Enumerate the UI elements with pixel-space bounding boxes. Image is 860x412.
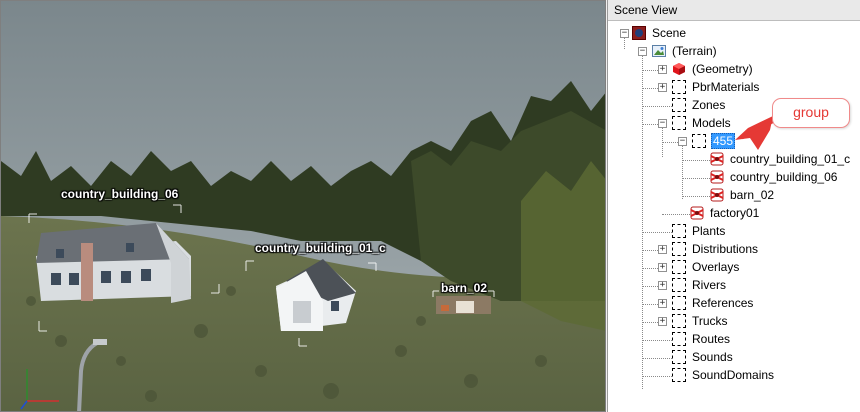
tree-label-sound-domains: SoundDomains — [692, 368, 775, 382]
group-icon — [672, 368, 686, 382]
scene-tree[interactable]: − Scene − (Terrain) + (Geometry) + PbrMa… — [608, 21, 860, 412]
tree-node-distributions[interactable]: Distributions — [672, 240, 759, 258]
group-icon — [672, 296, 686, 310]
tree-label-pbr-materials: PbrMaterials — [692, 80, 760, 94]
tree-label-country-building-06: country_building_06 — [730, 170, 838, 184]
distributions-expand-toggle[interactable]: + — [658, 245, 667, 254]
group-icon — [672, 260, 686, 274]
tree-label-country-building-01-c: country_building_01_c — [730, 152, 851, 166]
tree-node-models[interactable]: Models — [672, 114, 732, 132]
group-icon — [672, 242, 686, 256]
group-icon — [692, 134, 706, 148]
model-barn-02[interactable] — [436, 296, 491, 314]
tree-node-references[interactable]: References — [672, 294, 754, 312]
tree-node-factory01[interactable]: factory01 — [690, 204, 760, 222]
group-icon — [672, 350, 686, 364]
tree-node-overlays[interactable]: Overlays — [672, 258, 740, 276]
tree-label-factory01: factory01 — [710, 206, 760, 220]
tree-label-geometry: (Geometry) — [692, 62, 753, 76]
tree-label-distributions: Distributions — [692, 242, 759, 256]
references-expand-toggle[interactable]: + — [658, 299, 667, 308]
group-icon — [672, 116, 686, 130]
model-icon — [710, 152, 724, 166]
label-country-building-06: country_building_06 — [61, 187, 179, 201]
tree-label-trucks: Trucks — [692, 314, 728, 328]
tree-node-country-building-01-c[interactable]: country_building_01_c — [710, 150, 851, 168]
tree-label-overlays: Overlays — [692, 260, 740, 274]
scene-render — [1, 1, 605, 411]
tree-node-barn-02[interactable]: barn_02 — [710, 186, 775, 204]
tree-node-pbr-materials[interactable]: PbrMaterials — [672, 78, 760, 96]
rivers-expand-toggle[interactable]: + — [658, 281, 667, 290]
scene-view-panel: Scene View − Scene − (Terrain) + (Geomet… — [607, 0, 860, 412]
model-icon — [710, 188, 724, 202]
tree-node-plants[interactable]: Plants — [672, 222, 726, 240]
tree-label-plants: Plants — [692, 224, 726, 238]
scene-collapse-toggle[interactable]: − — [620, 29, 629, 38]
group-icon — [672, 80, 686, 94]
tree-label-routes: Routes — [692, 332, 731, 346]
geometry-expand-toggle[interactable]: + — [658, 65, 667, 74]
tree-node-country-building-06[interactable]: country_building_06 — [710, 168, 838, 186]
models-collapse-toggle[interactable]: − — [658, 119, 667, 128]
group-callout: group — [772, 98, 850, 128]
group-icon — [672, 278, 686, 292]
tree-label-rivers: Rivers — [692, 278, 727, 292]
group-icon — [672, 224, 686, 238]
viewport-3d[interactable]: country_building_06 country_building_01_… — [0, 0, 606, 412]
tree-label-barn-02: barn_02 — [730, 188, 775, 202]
tree-label-references: References — [692, 296, 754, 310]
tree-label-models: Models — [692, 116, 731, 130]
terrain-icon — [652, 45, 666, 57]
tree-node-geometry[interactable]: (Geometry) — [672, 60, 754, 78]
panel-title: Scene View — [608, 0, 860, 21]
tree-node-sound-domains[interactable]: SoundDomains — [672, 366, 775, 384]
tree-node-group-455[interactable]: 455 — [692, 132, 736, 150]
group-icon — [672, 332, 686, 346]
tree-node-zones[interactable]: Zones — [672, 96, 726, 114]
tree-label-group-455: 455 — [711, 133, 736, 149]
label-barn-02: barn_02 — [441, 281, 488, 295]
tree-node-sounds[interactable]: Sounds — [672, 348, 734, 366]
pbr-expand-toggle[interactable]: + — [658, 83, 667, 92]
tree-label-terrain: (Terrain) — [672, 44, 717, 58]
group-icon — [672, 314, 686, 328]
model-icon — [710, 170, 724, 184]
tree-label-zones: Zones — [692, 98, 726, 112]
tree-label-scene: Scene — [652, 26, 687, 40]
group-455-collapse-toggle[interactable]: − — [678, 137, 687, 146]
model-icon — [690, 206, 704, 220]
cube-icon — [673, 63, 685, 75]
label-country-building-01-c: country_building_01_c — [255, 241, 386, 255]
tree-node-trucks[interactable]: Trucks — [672, 312, 729, 330]
tree-node-routes[interactable]: Routes — [672, 330, 731, 348]
scene-icon — [632, 26, 646, 40]
tree-node-rivers[interactable]: Rivers — [672, 276, 727, 294]
terrain-collapse-toggle[interactable]: − — [638, 47, 647, 56]
trucks-expand-toggle[interactable]: + — [658, 317, 667, 326]
tree-node-terrain[interactable]: (Terrain) — [652, 42, 718, 60]
tree-node-scene[interactable]: Scene — [632, 24, 687, 42]
group-icon — [672, 98, 686, 112]
tree-label-sounds: Sounds — [692, 350, 733, 364]
overlays-expand-toggle[interactable]: + — [658, 263, 667, 272]
